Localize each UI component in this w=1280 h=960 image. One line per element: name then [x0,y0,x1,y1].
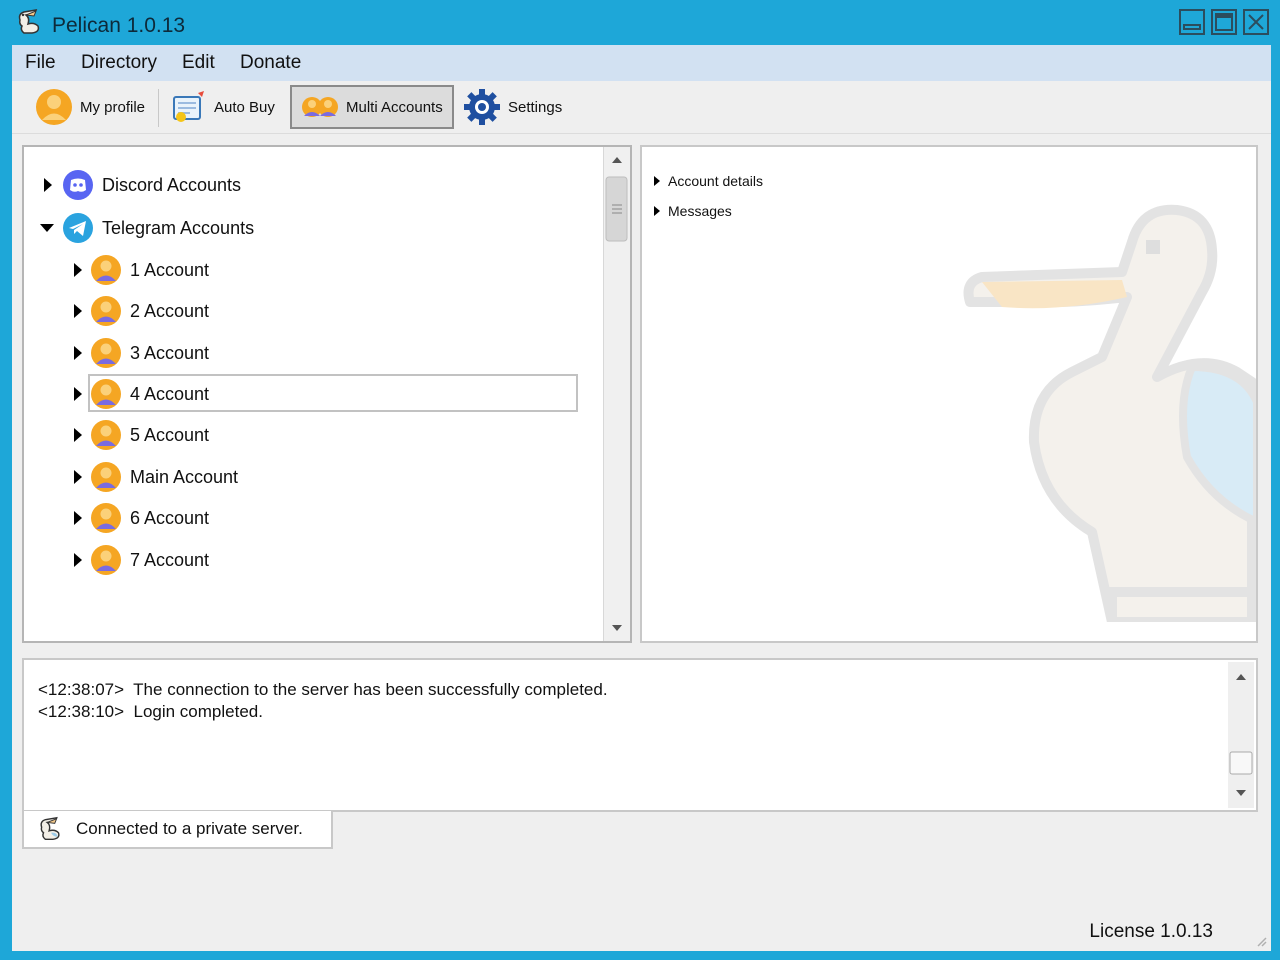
account-detail-panel: Account details Messages [640,145,1258,643]
auto-buy-icon [173,91,204,122]
auto-buy-button[interactable]: Auto Buy [168,85,282,129]
account-avatar-icon [91,420,121,450]
minimize-icon [1183,24,1201,30]
toolbar: My profile Auto Buy Multi Accounts Setti… [12,81,1271,134]
profile-avatar-icon [36,89,72,125]
minimize-button[interactable] [1179,9,1205,35]
discord-label: Discord Accounts [102,174,242,195]
expand-arrow-icon[interactable] [74,304,82,318]
multi-accounts-label: Multi Accounts [346,98,443,116]
scrollbar-arrows-icon [605,157,628,631]
settings-label: Settings [508,98,563,116]
collapse-arrow-icon[interactable] [40,224,54,232]
tree-scrollbar[interactable] [603,147,630,641]
log-time: <12:38:07> [38,680,125,699]
maximize-icon [1215,13,1233,31]
my-profile-label: My profile [80,98,146,116]
log-text: The connection to the server has been su… [133,680,608,699]
account-label: 5 Account [130,424,210,445]
account-avatar-icon [91,296,121,326]
maximize-button[interactable] [1211,9,1237,35]
title-bar: Pelican 1.0.13 [0,0,1280,44]
pelican-logo-icon [40,816,60,841]
telegram-icon [63,213,93,243]
account-label: 3 Account [130,342,210,363]
window-title: Pelican 1.0.13 [52,14,186,37]
expand-arrow-icon[interactable] [654,176,660,186]
account-label: 6 Account [130,507,210,528]
gear-icon [464,89,500,125]
telegram-label: Telegram Accounts [102,217,255,238]
tree-item-account-selected[interactable]: 4 Account [74,378,209,410]
expand-arrow-icon[interactable] [74,553,82,567]
menu-directory[interactable]: Directory [81,52,157,74]
tree-item-telegram[interactable]: Telegram Accounts [40,212,254,244]
expand-arrow-icon[interactable] [74,470,82,484]
log-line: <12:38:10> Login completed. [38,702,263,722]
account-avatar-icon [91,338,121,368]
status-text: Connected to a private server. [76,819,303,838]
license-label: License 1.0.13 [1089,921,1213,942]
tree-item-account[interactable]: 6 Account [74,502,209,534]
expand-arrow-icon[interactable] [74,387,82,401]
tree-item-account[interactable]: Main Account [74,461,238,493]
app-window: Pelican 1.0.13 File Directory Edit Donat… [0,0,1280,960]
expand-arrow-icon[interactable] [74,428,82,442]
account-avatar-icon [91,379,121,409]
multi-accounts-button[interactable]: Multi Accounts [290,85,454,129]
account-details-item[interactable]: Account details [654,173,763,189]
my-profile-button[interactable]: My profile [34,85,154,129]
accounts-tree[interactable]: Discord Accounts Telegram Accounts 1 Acc… [22,145,632,643]
account-details-label: Account details [668,173,763,189]
pelican-logo-icon [18,9,40,34]
discord-icon [63,170,93,200]
log-text: Login completed. [133,702,263,721]
tree-item-account[interactable]: 5 Account [74,419,209,451]
account-label: 4 Account [130,383,210,404]
close-icon [1248,14,1264,30]
messages-item[interactable]: Messages [654,203,732,219]
menu-edit[interactable]: Edit [182,52,215,74]
log-line: <12:38:07> The connection to the server … [38,680,608,700]
account-avatar-icon [91,255,121,285]
resize-grip-icon[interactable] [1255,935,1267,947]
menu-donate[interactable]: Donate [240,52,301,74]
close-button[interactable] [1243,9,1269,35]
messages-label: Messages [668,203,732,219]
tree-item-account[interactable]: 7 Account [74,544,209,576]
account-label: 1 Account [130,259,210,280]
tree-item-account[interactable]: 3 Account [74,337,209,369]
account-avatar-icon [91,545,121,575]
menu-bar: File Directory Edit Donate [12,45,1271,81]
account-avatar-icon [91,462,121,492]
log-panel: <12:38:07> The connection to the server … [22,658,1258,812]
expand-arrow-icon[interactable] [74,511,82,525]
account-label: Main Account [130,466,239,487]
toolbar-separator [158,89,159,127]
menu-file[interactable]: File [25,52,56,74]
client-area: File Directory Edit Donate My profile Au… [12,45,1271,951]
tree-item-discord[interactable]: Discord Accounts [44,169,241,201]
expand-arrow-icon[interactable] [654,206,660,216]
settings-button[interactable]: Settings [462,85,572,129]
connection-status: Connected to a private server. [22,811,333,849]
multi-accounts-icon [302,97,338,117]
tree-item-account[interactable]: 2 Account [74,295,209,327]
pelican-watermark-icon [963,204,1256,622]
expand-arrow-icon[interactable] [44,178,52,192]
scrollbar-arrows-icon [1229,674,1253,796]
auto-buy-label: Auto Buy [214,98,275,116]
account-label: 7 Account [130,549,210,570]
account-avatar-icon [91,503,121,533]
expand-arrow-icon[interactable] [74,346,82,360]
expand-arrow-icon[interactable] [74,263,82,277]
tree-item-account[interactable]: 1 Account [74,254,209,286]
log-time: <12:38:10> [38,702,125,721]
log-scrollbar[interactable] [1228,662,1254,808]
account-label: 2 Account [130,300,210,321]
